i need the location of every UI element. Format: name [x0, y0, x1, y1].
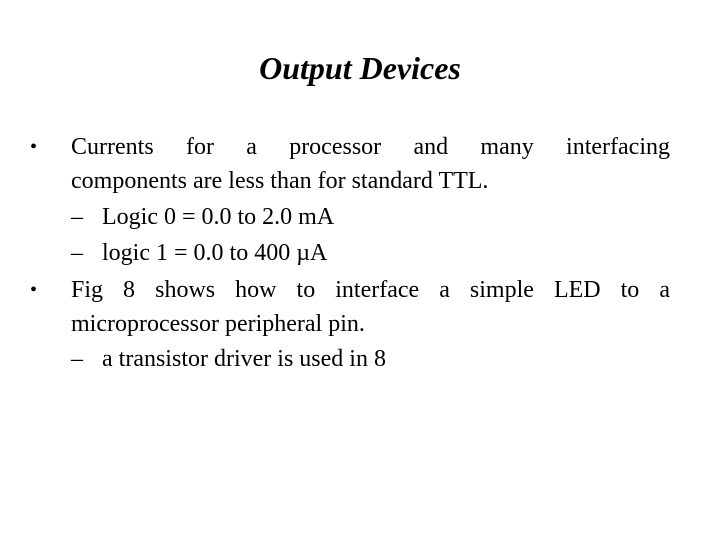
sub-bullet: – Logic 0 = 0.0 to 2.0 mA: [71, 202, 334, 232]
sub-bullet: – logic 1 = 0.0 to 400 µA: [71, 238, 327, 268]
sub-bullet-text: Logic 0 = 0.0 to 2.0 mA: [102, 204, 335, 230]
bullet-marker: •: [30, 279, 38, 301]
dash-marker: –: [71, 204, 83, 230]
sub-bullet: – a transistor driver is used in 8: [71, 344, 386, 374]
sub-bullet-text: logic 1 = 0.0 to 400 µA: [102, 240, 328, 266]
bullet-2-line-1: Fig 8 shows how to interface a simple LE…: [71, 277, 670, 303]
dash-marker: –: [71, 346, 83, 372]
bullet-marker: •: [30, 136, 38, 158]
bullet-2-line-2: microprocessor peripheral pin.: [71, 311, 365, 337]
slide-title: Output Devices: [259, 50, 461, 86]
bullet-1-line-2: components are less than for standard TT…: [71, 168, 489, 194]
sub-bullet-text: a transistor driver is used in 8: [102, 346, 386, 372]
bullet-1-line-1: Currents for a processor and many interf…: [71, 134, 670, 160]
dash-marker: –: [71, 240, 83, 266]
